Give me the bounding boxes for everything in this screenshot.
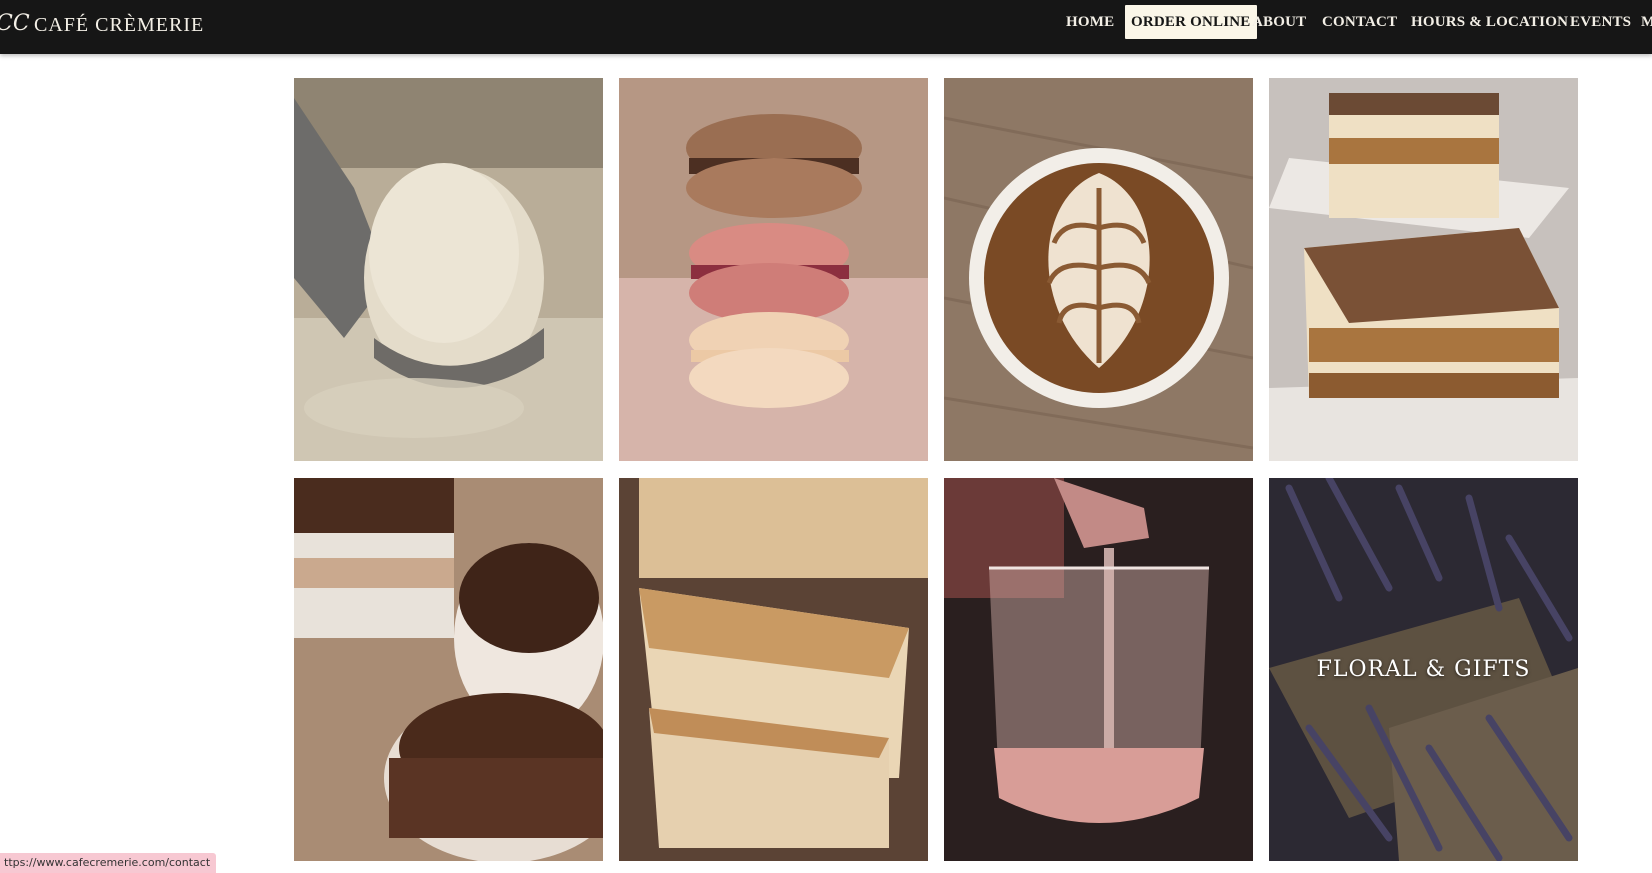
tiramisu-art [1269,78,1578,461]
focaccia-art [619,478,928,861]
tiramisu-image[interactable] [1269,78,1578,461]
nav-hours-location[interactable]: HOURS & LOCATION [1411,14,1568,31]
ice-cream-scoop-image[interactable] [294,78,603,461]
focaccia-image[interactable] [619,478,928,861]
status-bar-url: ttps://www.cafecremerie.com/contact [0,853,217,873]
chocolate-mousse-art [294,478,603,861]
rose-wine-image[interactable] [944,478,1253,861]
nav-order-online[interactable]: ORDER ONLINE [1125,5,1257,39]
nav-home[interactable]: HOME [1066,14,1114,31]
tile-caption-floral-gifts[interactable]: FLORAL & GIFTS [1269,478,1578,861]
latte-art-image[interactable] [944,78,1253,461]
brand-name[interactable]: CAFÉ CRÈMERIE [34,14,204,37]
macarons-image[interactable] [619,78,928,461]
lavender-image[interactable]: FLORAL & GIFTS [1269,478,1578,861]
nav-events[interactable]: EVENTS [1570,14,1631,31]
nav-about[interactable]: ABOUT [1252,14,1306,31]
nav-more[interactable]: M [1641,14,1652,31]
nav-contact[interactable]: CONTACT [1322,14,1397,31]
latte-art-art [944,78,1253,461]
logo-monogram-icon[interactable]: CC [0,9,30,39]
rose-wine-art [944,478,1253,861]
ice-cream-scoop-art [294,78,603,461]
top-navbar: CC CAFÉ CRÈMERIE HOME ORDER ONLINE ABOUT… [0,0,1652,54]
chocolate-mousse-image[interactable] [294,478,603,861]
macarons-art [619,78,928,461]
